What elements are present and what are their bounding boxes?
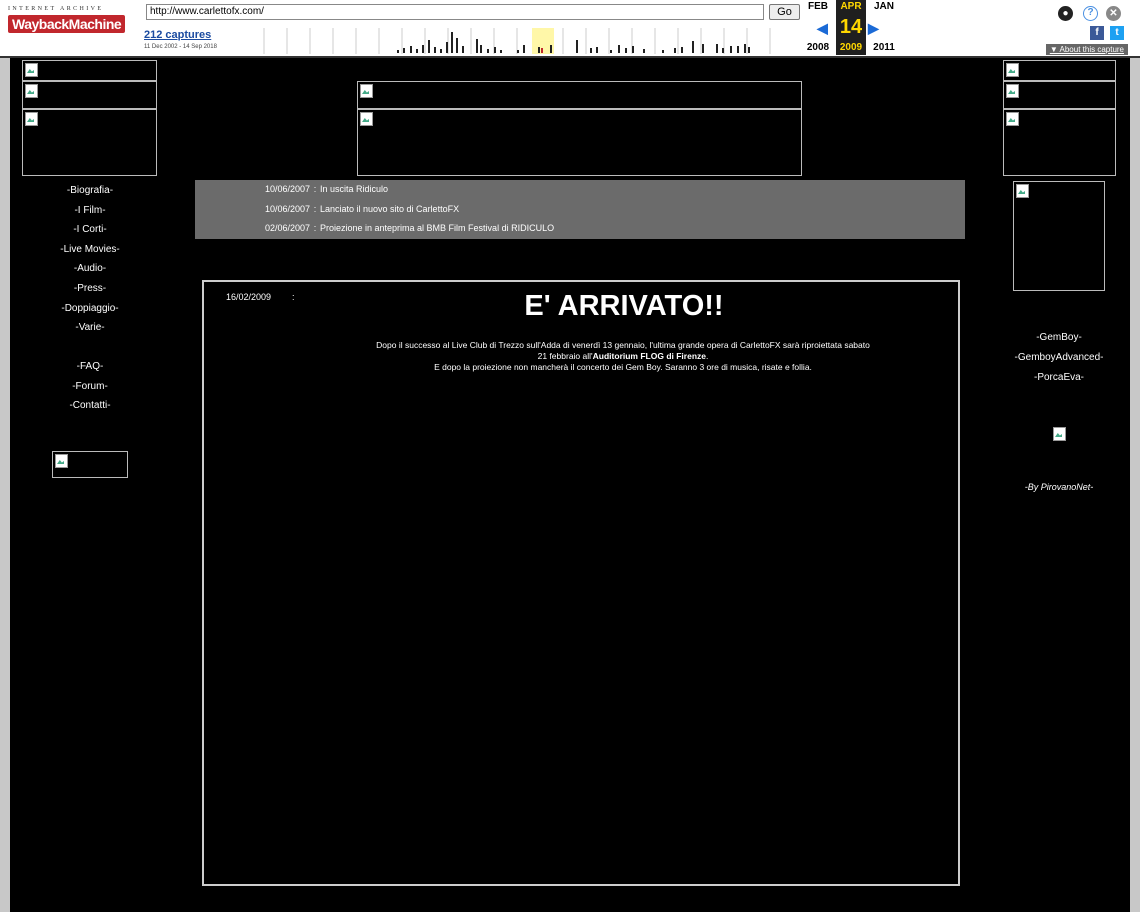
help-icon[interactable]: ?: [1083, 6, 1098, 21]
nav-forum[interactable]: -Forum-: [10, 377, 170, 397]
capture-range: 11 Dec 2002 - 14 Sep 2018: [144, 44, 217, 50]
broken-image-icon: [1053, 427, 1066, 441]
broken-image: [357, 81, 802, 109]
broken-image-icon: [25, 84, 38, 98]
venue-name: Auditorium FLOG di Firenze: [592, 351, 706, 361]
nav-doppiaggio[interactable]: -Doppiaggio-: [10, 299, 170, 319]
news-text: Lanciato il nuovo sito di CarlettoFX: [320, 203, 460, 214]
news-item[interactable]: 10/06/2007 : In uscita Ridiculo: [195, 180, 965, 200]
news-separator: :: [313, 184, 317, 194]
news-text: Proiezione in anteprima al BMB Film Fest…: [320, 223, 555, 234]
prev-year[interactable]: 2008: [803, 41, 833, 54]
article-date-separator: :: [292, 292, 295, 302]
nav-press[interactable]: -Press-: [10, 279, 170, 299]
current-day: 14: [839, 16, 863, 38]
logo-main-text: WaybackMachine: [8, 15, 126, 33]
news-date: 02/06/2007: [264, 223, 310, 234]
broken-image-icon: [55, 454, 68, 468]
next-month-label: JAN: [873, 1, 894, 12]
broken-image-icon: [1006, 112, 1019, 126]
article-line: E dopo la proiezione non mancherà il con…: [434, 362, 812, 372]
broken-image-icon: [1006, 63, 1019, 77]
capture-sparkline[interactable]: [240, 28, 780, 54]
nav-gemboy[interactable]: -GemBoy-: [1003, 328, 1115, 348]
url-input[interactable]: http://www.carlettofx.com/: [146, 4, 764, 20]
toolbar-icons: ● ? ✕: [1058, 6, 1128, 24]
news-separator: :: [313, 203, 317, 214]
about-capture-label: About this capture: [1059, 45, 1124, 54]
prev-month[interactable]: FEB ◀ 2008: [803, 0, 833, 53]
broken-image: [357, 109, 802, 176]
broken-image: [22, 60, 157, 81]
news-date: 10/06/2007: [264, 184, 310, 194]
close-icon[interactable]: ✕: [1106, 6, 1121, 21]
broken-image: [1003, 81, 1116, 109]
next-month[interactable]: JAN ▶ 2011: [868, 0, 899, 53]
news-date: 10/06/2007: [264, 203, 310, 214]
logo-top-text: INTERNET ARCHIVE: [8, 6, 104, 12]
nav-varie[interactable]: -Varie-: [10, 318, 170, 338]
next-arrow-icon[interactable]: ▶: [868, 20, 879, 37]
broken-image: [22, 81, 157, 109]
article-line: Dopo il successo al Live Club di Trezzo …: [376, 340, 870, 350]
nav-corti[interactable]: -I Corti-: [10, 220, 170, 240]
twitter-icon[interactable]: t: [1110, 26, 1124, 40]
nav-faq[interactable]: -FAQ-: [10, 357, 170, 377]
nav-biografia[interactable]: -Biografia-: [10, 181, 170, 201]
broken-image-icon: [360, 84, 373, 98]
main-article: 16/02/2009 : E' ARRIVATO!! Dopo il succe…: [202, 280, 960, 886]
prev-month-label: FEB: [808, 1, 828, 12]
article-date: 16/02/2009: [226, 292, 272, 302]
broken-image: [52, 451, 128, 478]
article-line: 21 febbraio all'Auditorium FLOG di Firen…: [299, 351, 947, 362]
broken-image-icon: [360, 112, 373, 126]
share-icons: f t: [1086, 26, 1126, 41]
broken-image: [22, 109, 157, 176]
broken-image: [1003, 60, 1116, 81]
right-nav: -GemBoy- -GemboyAdvanced- -PorcaEva-: [1003, 328, 1115, 388]
archived-page: -Biografia- -I Film- -I Corti- -Live Mov…: [10, 58, 1130, 912]
broken-image-icon: [1016, 184, 1029, 198]
nav-film[interactable]: -I Film-: [10, 201, 170, 221]
about-capture-link[interactable]: ▼ About this capture: [1045, 44, 1128, 55]
article-text: 21 febbraio all': [537, 351, 593, 361]
article-body: Dopo il successo al Live Club di Trezzo …: [299, 340, 947, 373]
go-button[interactable]: Go: [769, 4, 800, 20]
broken-image-icon: [25, 112, 38, 126]
captures-link[interactable]: 212 captures: [144, 29, 211, 41]
nav-live-movies[interactable]: -Live Movies-: [10, 240, 170, 260]
news-text: In uscita Ridiculo: [320, 184, 389, 194]
article-title: E' ARRIVATO!!: [524, 290, 724, 322]
broken-image-icon: [1006, 84, 1019, 98]
facebook-icon[interactable]: f: [1090, 26, 1104, 40]
wayback-toolbar: INTERNET ARCHIVE WaybackMachine http://w…: [0, 0, 1140, 58]
wayback-logo[interactable]: INTERNET ARCHIVE WaybackMachine: [8, 6, 136, 48]
calendar-nav: FEB ◀ 2008 APR 14 2009 JAN ▶ 2011: [803, 0, 903, 56]
nav-porcaeva[interactable]: -PorcaEva-: [1003, 368, 1115, 388]
broken-image: [1003, 109, 1116, 176]
nav-contatti[interactable]: -Contatti-: [10, 396, 170, 416]
broken-image-icon: [25, 63, 38, 77]
left-nav-secondary: -FAQ- -Forum- -Contatti-: [10, 357, 170, 416]
broken-image: [1013, 181, 1105, 291]
prev-arrow-icon[interactable]: ◀: [817, 20, 828, 37]
current-month: APR 14 2009: [836, 0, 866, 55]
article-text: .: [706, 351, 709, 361]
news-item[interactable]: 02/06/2007 : Proiezione in anteprima al …: [195, 219, 965, 239]
news-separator: :: [313, 223, 317, 234]
nav-gemboy-advanced[interactable]: -GemboyAdvanced-: [1003, 348, 1115, 368]
next-year[interactable]: 2011: [869, 41, 899, 54]
nav-audio[interactable]: -Audio-: [10, 259, 170, 279]
left-nav: -Biografia- -I Film- -I Corti- -Live Mov…: [10, 181, 170, 338]
news-item[interactable]: 10/06/2007 : Lanciato il nuovo sito di C…: [195, 200, 965, 220]
credit-text[interactable]: -By PirovanoNet-: [1003, 482, 1115, 492]
current-year: 2009: [839, 42, 863, 53]
user-icon[interactable]: ●: [1058, 6, 1073, 21]
news-list: 10/06/2007 : In uscita Ridiculo 10/06/20…: [195, 180, 965, 239]
current-month-label: APR: [840, 1, 862, 12]
